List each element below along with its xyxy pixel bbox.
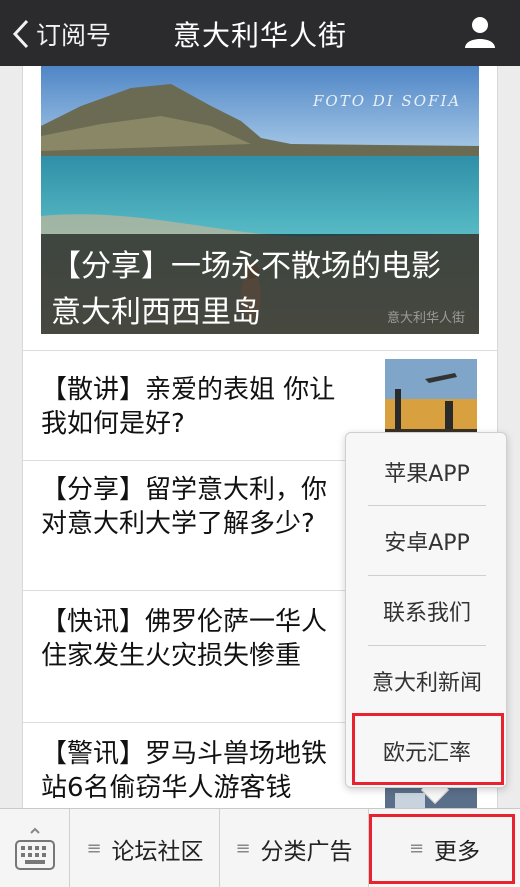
- photo-credit: FOTO DI SOFIA: [313, 92, 462, 110]
- menu-item-italy-news[interactable]: 意大利新闻: [366, 646, 488, 716]
- watermark: 意大利华人街: [386, 311, 465, 326]
- article-title: 【散讲】亲爱的表姐 你让我如何是好?: [41, 375, 336, 439]
- article-title: 【快讯】佛罗伦萨一华人住家发生火灾损失惨重: [41, 607, 328, 671]
- menu-lines-icon: ≡: [86, 838, 102, 859]
- person-icon[interactable]: [462, 14, 498, 50]
- tab-label: 论坛社区: [111, 838, 204, 865]
- top-nav-bar: 订阅号 意大利华人街: [0, 0, 520, 66]
- menu-item-contact-us[interactable]: 联系我们: [366, 576, 488, 646]
- tab-classifieds[interactable]: ≡ 分类广告: [220, 809, 368, 887]
- tab-forum[interactable]: ≡ 论坛社区: [71, 809, 219, 887]
- article-title: 【分享】留学意大利，你对意大利大学了解多少?: [41, 475, 328, 539]
- highlight-box-more: [369, 814, 515, 884]
- menu-item-apple-app[interactable]: 苹果APP: [366, 437, 488, 507]
- hero-article[interactable]: FOTO DI SOFIA 【分享】一场永不散场的电影 意大利西西里岛 意大利华…: [41, 66, 479, 334]
- keyboard-icon: [14, 827, 55, 870]
- article-title: 【警讯】罗马斗兽场地铁站6名偷窃华人游客钱: [41, 739, 328, 803]
- page-title: 意大利华人街: [172, 19, 347, 52]
- tab-label: 分类广告: [260, 838, 353, 865]
- menu-item-android-app[interactable]: 安卓APP: [366, 506, 488, 576]
- keyboard-toggle-button[interactable]: [0, 809, 70, 887]
- menu-lines-icon: ≡: [235, 838, 251, 859]
- highlight-box-euro-rate: [352, 713, 504, 785]
